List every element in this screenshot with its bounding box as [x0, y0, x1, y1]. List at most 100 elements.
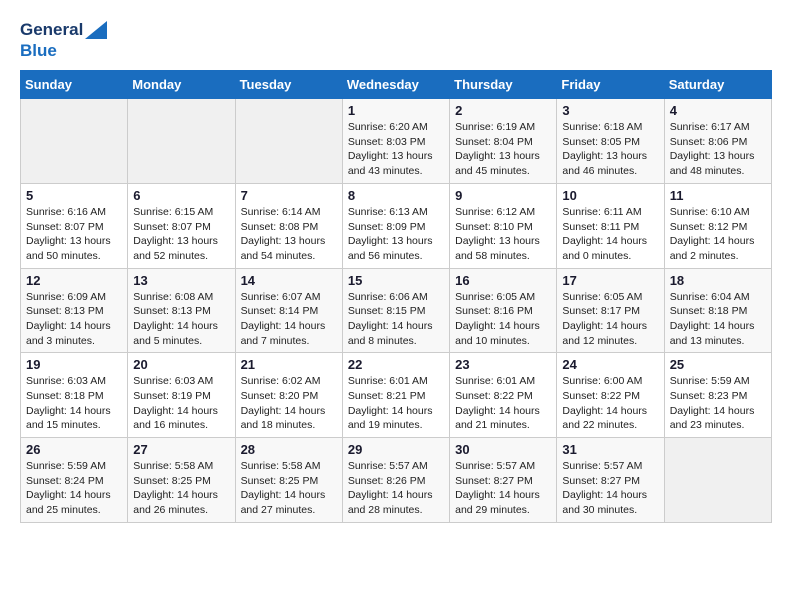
week-row-5: 26 Sunrise: 5:59 AMSunset: 8:24 PMDayligh…	[21, 438, 772, 523]
day-cell-12: 12 Sunrise: 6:09 AMSunset: 8:13 PMDayligh…	[21, 268, 128, 353]
day-info: Sunrise: 6:11 AMSunset: 8:11 PMDaylight:…	[562, 205, 658, 264]
day-info: Sunrise: 5:58 AMSunset: 8:25 PMDaylight:…	[241, 459, 337, 518]
day-number: 27	[133, 442, 229, 457]
day-number: 15	[348, 273, 444, 288]
empty-cell	[235, 99, 342, 184]
day-number: 12	[26, 273, 122, 288]
day-number: 7	[241, 188, 337, 203]
day-info: Sunrise: 5:58 AMSunset: 8:25 PMDaylight:…	[133, 459, 229, 518]
weekday-header-sunday: Sunday	[21, 71, 128, 99]
day-number: 30	[455, 442, 551, 457]
day-info: Sunrise: 6:04 AMSunset: 8:18 PMDaylight:…	[670, 290, 766, 349]
logo-text: General Blue	[20, 20, 107, 60]
day-number: 5	[26, 188, 122, 203]
day-number: 3	[562, 103, 658, 118]
day-cell-1: 1 Sunrise: 6:20 AMSunset: 8:03 PMDaylight…	[342, 99, 449, 184]
day-info: Sunrise: 6:17 AMSunset: 8:06 PMDaylight:…	[670, 120, 766, 179]
day-cell-22: 22 Sunrise: 6:01 AMSunset: 8:21 PMDayligh…	[342, 353, 449, 438]
day-cell-18: 18 Sunrise: 6:04 AMSunset: 8:18 PMDayligh…	[664, 268, 771, 353]
day-number: 18	[670, 273, 766, 288]
weekday-header-monday: Monday	[128, 71, 235, 99]
day-number: 16	[455, 273, 551, 288]
day-info: Sunrise: 5:57 AMSunset: 8:27 PMDaylight:…	[455, 459, 551, 518]
day-cell-23: 23 Sunrise: 6:01 AMSunset: 8:22 PMDayligh…	[450, 353, 557, 438]
day-info: Sunrise: 6:10 AMSunset: 8:12 PMDaylight:…	[670, 205, 766, 264]
day-number: 1	[348, 103, 444, 118]
logo: General Blue	[20, 20, 107, 60]
empty-cell	[664, 438, 771, 523]
weekday-header-thursday: Thursday	[450, 71, 557, 99]
day-number: 11	[670, 188, 766, 203]
day-number: 2	[455, 103, 551, 118]
day-number: 6	[133, 188, 229, 203]
day-info: Sunrise: 6:08 AMSunset: 8:13 PMDaylight:…	[133, 290, 229, 349]
day-info: Sunrise: 6:01 AMSunset: 8:22 PMDaylight:…	[455, 374, 551, 433]
day-cell-20: 20 Sunrise: 6:03 AMSunset: 8:19 PMDayligh…	[128, 353, 235, 438]
day-cell-19: 19 Sunrise: 6:03 AMSunset: 8:18 PMDayligh…	[21, 353, 128, 438]
day-info: Sunrise: 6:12 AMSunset: 8:10 PMDaylight:…	[455, 205, 551, 264]
weekday-header-friday: Friday	[557, 71, 664, 99]
day-cell-15: 15Sunrise: 6:06 AMSunset: 8:15 PMDayligh…	[342, 268, 449, 353]
day-number: 21	[241, 357, 337, 372]
day-info: Sunrise: 6:14 AMSunset: 8:08 PMDaylight:…	[241, 205, 337, 264]
day-cell-17: 17 Sunrise: 6:05 AMSunset: 8:17 PMDayligh…	[557, 268, 664, 353]
day-info: Sunrise: 6:07 AMSunset: 8:14 PMDaylight:…	[241, 290, 337, 349]
day-number: 13	[133, 273, 229, 288]
day-number: 23	[455, 357, 551, 372]
day-cell-16: 16 Sunrise: 6:05 AMSunset: 8:16 PMDayligh…	[450, 268, 557, 353]
day-number: 17	[562, 273, 658, 288]
day-cell-14: 14Sunrise: 6:07 AMSunset: 8:14 PMDayligh…	[235, 268, 342, 353]
day-number: 28	[241, 442, 337, 457]
day-info: Sunrise: 6:09 AMSunset: 8:13 PMDaylight:…	[26, 290, 122, 349]
day-number: 26	[26, 442, 122, 457]
day-info: Sunrise: 5:59 AMSunset: 8:23 PMDaylight:…	[670, 374, 766, 433]
week-row-3: 12 Sunrise: 6:09 AMSunset: 8:13 PMDayligh…	[21, 268, 772, 353]
weekday-header-row: SundayMondayTuesdayWednesdayThursdayFrid…	[21, 71, 772, 99]
day-number: 10	[562, 188, 658, 203]
day-info: Sunrise: 6:13 AMSunset: 8:09 PMDaylight:…	[348, 205, 444, 264]
day-info: Sunrise: 6:03 AMSunset: 8:18 PMDaylight:…	[26, 374, 122, 433]
day-info: Sunrise: 6:18 AMSunset: 8:05 PMDaylight:…	[562, 120, 658, 179]
day-info: Sunrise: 6:05 AMSunset: 8:17 PMDaylight:…	[562, 290, 658, 349]
day-cell-31: 31 Sunrise: 5:57 AMSunset: 8:27 PMDayligh…	[557, 438, 664, 523]
day-number: 8	[348, 188, 444, 203]
day-info: Sunrise: 6:05 AMSunset: 8:16 PMDaylight:…	[455, 290, 551, 349]
week-row-2: 5 Sunrise: 6:16 AMSunset: 8:07 PMDaylight…	[21, 183, 772, 268]
day-cell-7: 7 Sunrise: 6:14 AMSunset: 8:08 PMDaylight…	[235, 183, 342, 268]
day-info: Sunrise: 5:59 AMSunset: 8:24 PMDaylight:…	[26, 459, 122, 518]
day-info: Sunrise: 5:57 AMSunset: 8:26 PMDaylight:…	[348, 459, 444, 518]
day-info: Sunrise: 6:20 AMSunset: 8:03 PMDaylight:…	[348, 120, 444, 179]
day-cell-30: 30 Sunrise: 5:57 AMSunset: 8:27 PMDayligh…	[450, 438, 557, 523]
weekday-header-wednesday: Wednesday	[342, 71, 449, 99]
week-row-4: 19 Sunrise: 6:03 AMSunset: 8:18 PMDayligh…	[21, 353, 772, 438]
day-info: Sunrise: 6:15 AMSunset: 8:07 PMDaylight:…	[133, 205, 229, 264]
day-number: 24	[562, 357, 658, 372]
day-cell-9: 9 Sunrise: 6:12 AMSunset: 8:10 PMDaylight…	[450, 183, 557, 268]
day-info: Sunrise: 5:57 AMSunset: 8:27 PMDaylight:…	[562, 459, 658, 518]
day-cell-3: 3 Sunrise: 6:18 AMSunset: 8:05 PMDaylight…	[557, 99, 664, 184]
day-cell-10: 10 Sunrise: 6:11 AMSunset: 8:11 PMDayligh…	[557, 183, 664, 268]
day-info: Sunrise: 6:01 AMSunset: 8:21 PMDaylight:…	[348, 374, 444, 433]
day-cell-4: 4 Sunrise: 6:17 AMSunset: 8:06 PMDaylight…	[664, 99, 771, 184]
calendar-table: SundayMondayTuesdayWednesdayThursdayFrid…	[20, 70, 772, 523]
day-number: 22	[348, 357, 444, 372]
day-cell-2: 2Sunrise: 6:19 AMSunset: 8:04 PMDaylight…	[450, 99, 557, 184]
empty-cell	[21, 99, 128, 184]
day-number: 9	[455, 188, 551, 203]
day-number: 19	[26, 357, 122, 372]
day-number: 29	[348, 442, 444, 457]
logo-icon	[85, 21, 107, 39]
day-cell-27: 27 Sunrise: 5:58 AMSunset: 8:25 PMDayligh…	[128, 438, 235, 523]
day-info: Sunrise: 6:03 AMSunset: 8:19 PMDaylight:…	[133, 374, 229, 433]
empty-cell	[128, 99, 235, 184]
day-number: 31	[562, 442, 658, 457]
day-number: 20	[133, 357, 229, 372]
day-number: 4	[670, 103, 766, 118]
day-cell-6: 6 Sunrise: 6:15 AMSunset: 8:07 PMDaylight…	[128, 183, 235, 268]
weekday-header-saturday: Saturday	[664, 71, 771, 99]
day-info: Sunrise: 6:16 AMSunset: 8:07 PMDaylight:…	[26, 205, 122, 264]
day-cell-21: 21 Sunrise: 6:02 AMSunset: 8:20 PMDayligh…	[235, 353, 342, 438]
day-info: Sunrise: 6:02 AMSunset: 8:20 PMDaylight:…	[241, 374, 337, 433]
week-row-1: 1 Sunrise: 6:20 AMSunset: 8:03 PMDaylight…	[21, 99, 772, 184]
day-cell-25: 25Sunrise: 5:59 AMSunset: 8:23 PMDayligh…	[664, 353, 771, 438]
